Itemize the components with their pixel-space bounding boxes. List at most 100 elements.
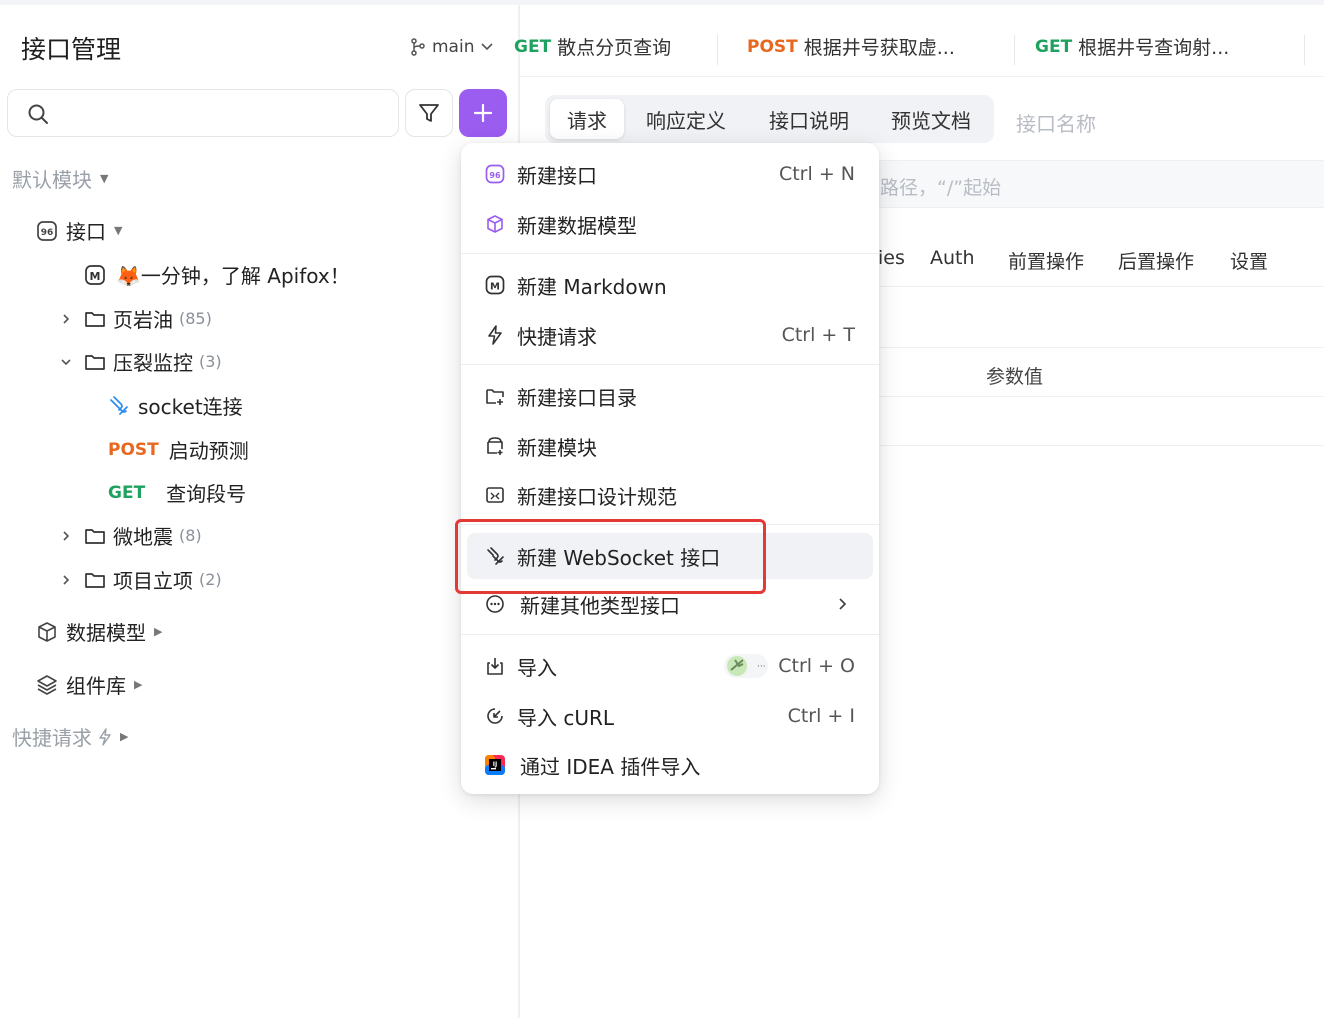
menu-item-label: 新建模块: [517, 435, 597, 460]
tree-item-query-segment[interactable]: GET 查询段号: [108, 478, 246, 507]
layers-icon: [37, 674, 57, 695]
menu-item-label: 导入: [517, 655, 557, 680]
tree-item-count: (3): [199, 352, 222, 371]
menu-item-new-markdown[interactable]: M 新建 Markdown: [461, 262, 879, 308]
subtab-post-processors[interactable]: 后置操作: [1118, 247, 1194, 274]
chevron-right-icon: [839, 598, 847, 610]
folder-icon: [85, 572, 105, 588]
caret-down-icon: ▼: [100, 172, 109, 185]
method-badge: POST: [747, 36, 798, 57]
segment-request[interactable]: 请求: [550, 99, 624, 139]
svg-text:96: 96: [41, 228, 54, 238]
tree-item-start-prediction[interactable]: POST 启动预测: [108, 435, 249, 464]
folder-icon: [85, 528, 105, 544]
menu-item-shortcut: Ctrl + N: [778, 163, 855, 185]
highlight-annotation-box: [455, 519, 766, 594]
method-badge: GET: [108, 482, 146, 503]
new-item-dropdown-menu: 96 新建接口 Ctrl + N 新建数据模型 M 新建 Markdown 快捷…: [461, 143, 879, 794]
tree-item-doc[interactable]: M 🦊一分钟，了解 Apifox！: [84, 260, 350, 289]
tree-folder-microseismic[interactable]: 微地震 (8): [60, 521, 202, 550]
svg-text:96: 96: [489, 171, 501, 180]
chevron-down-icon: [61, 358, 71, 365]
menu-item-shortcut: Ctrl + T: [781, 324, 855, 346]
menu-item-label: 新建接口目录: [517, 385, 637, 410]
method-badge: POST: [108, 439, 159, 460]
folder-plus-icon: [486, 389, 504, 405]
menu-item-new-folder[interactable]: 新建接口目录: [461, 373, 879, 419]
tree-item-data-models[interactable]: 数据模型 ▶: [36, 617, 162, 646]
subtab-properties[interactable]: ies: [878, 247, 905, 269]
tab-scatter-query[interactable]: GET 散点分页查询: [514, 33, 671, 60]
sidebar-title: 接口管理: [21, 35, 122, 64]
markdown-icon: M: [85, 264, 105, 285]
tree-folder-project[interactable]: 项目立项 (2): [60, 565, 222, 594]
curl-icon: [487, 708, 503, 724]
tree-item-label: 🦊一分钟，了解 Apifox！: [116, 264, 350, 288]
import-source-icon: ···: [724, 654, 768, 678]
markdown-icon: M: [485, 275, 505, 295]
menu-item-label: 新建接口设计规范: [517, 484, 677, 509]
tree-item-count: (85): [179, 309, 212, 328]
param-value-header: 参数值: [986, 366, 1044, 388]
chevron-right-icon: [63, 574, 70, 585]
menu-item-label: 快捷请求: [517, 324, 597, 349]
more-circle-icon: [486, 595, 504, 613]
plus-icon: [473, 103, 493, 123]
websocket-icon: [110, 395, 128, 415]
api-name-input[interactable]: 接口名称: [1016, 108, 1096, 137]
tree-item-label: 查询段号: [166, 482, 247, 506]
filter-button[interactable]: [405, 89, 453, 137]
tab-query-perforation[interactable]: GET 根据井号查询射...: [1035, 33, 1229, 60]
tree-item-label: 组件库: [66, 674, 126, 698]
tab-bar: GET 散点分页查询 POST 根据井号获取虚... GET 根据井号查询射..…: [514, 5, 1324, 77]
tree-item-apis[interactable]: 96 接口 ▼: [36, 216, 122, 245]
tree-item-label: socket连接: [138, 395, 243, 419]
subtab-pre-processors[interactable]: 前置操作: [1008, 247, 1084, 274]
menu-item-idea-import[interactable]: IJ 通过 IDEA 插件导入: [461, 742, 879, 788]
tree-item-components[interactable]: 组件库 ▶: [36, 670, 142, 699]
menu-item-quick-request[interactable]: 快捷请求 Ctrl + T: [461, 312, 879, 358]
quick-requests-section[interactable]: 快捷请求 ▶: [12, 722, 128, 751]
tree-folder-fracture-monitoring[interactable]: 压裂监控 (3): [60, 347, 222, 376]
default-module[interactable]: 默认模块 ▼: [12, 164, 108, 193]
tab-label: 根据井号查询射...: [1078, 37, 1230, 59]
tree-folder-shale-oil[interactable]: 页岩油 (85): [60, 304, 212, 333]
tab-divider: [1304, 35, 1305, 65]
menu-item-import[interactable]: 导入 ··· Ctrl + O: [461, 643, 879, 689]
menu-item-label: 通过 IDEA 插件导入: [520, 754, 701, 779]
segment-description[interactable]: 接口说明: [755, 99, 863, 139]
design-spec-icon: [486, 487, 504, 503]
menu-item-label: 导入 cURL: [517, 705, 615, 730]
tab-get-virtual[interactable]: POST 根据井号获取虚...: [747, 33, 955, 60]
tree-item-socket[interactable]: socket连接: [108, 391, 243, 420]
caret-right-icon: ▶: [120, 730, 129, 743]
branch-selector[interactable]: main: [410, 37, 494, 57]
tree-item-count: (2): [199, 570, 222, 589]
search-icon: [28, 104, 48, 124]
cube-icon: [38, 621, 56, 642]
menu-item-new-data-model[interactable]: 新建数据模型: [461, 201, 879, 247]
subtab-auth[interactable]: Auth: [930, 247, 975, 269]
default-module-label: 默认模块: [12, 168, 92, 192]
menu-item-new-design-spec[interactable]: 新建接口设计规范: [461, 472, 879, 518]
svg-text:···: ···: [757, 662, 766, 672]
api-icon: 96: [37, 220, 57, 241]
menu-item-import-curl[interactable]: 导入 cURL Ctrl + I: [461, 693, 879, 739]
folder-open-icon: [85, 354, 105, 370]
menu-item-new-module[interactable]: 新建模块: [461, 423, 879, 469]
add-button[interactable]: [459, 89, 507, 137]
tab-label: 根据井号获取虚...: [803, 37, 955, 59]
svg-text:M: M: [490, 282, 500, 293]
subtab-settings[interactable]: 设置: [1230, 247, 1268, 274]
caret-right-icon: ▶: [134, 678, 143, 691]
menu-item-new-api[interactable]: 96 新建接口 Ctrl + N: [461, 151, 879, 197]
menu-item-label: 新建数据模型: [517, 213, 637, 238]
search-input[interactable]: [7, 89, 399, 137]
tree-item-label: 启动预测: [168, 439, 249, 463]
lightning-icon: [99, 727, 111, 746]
segment-preview[interactable]: 预览文档: [877, 99, 985, 139]
segment-response[interactable]: 响应定义: [634, 99, 738, 139]
module-icon: [487, 437, 503, 455]
sidebar: [0, 5, 520, 1018]
tab-divider: [717, 35, 718, 65]
